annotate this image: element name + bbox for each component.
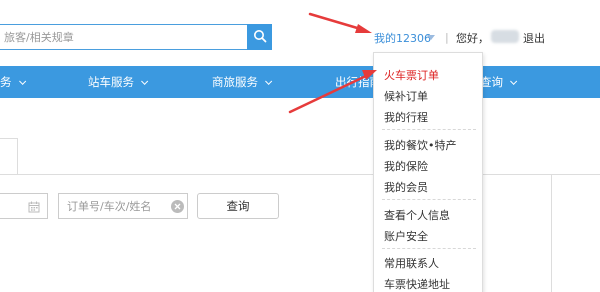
search-input[interactable] xyxy=(0,25,247,49)
menu-divider xyxy=(382,129,476,130)
chevron-down-icon xyxy=(510,77,518,85)
date-field[interactable] xyxy=(0,193,48,219)
menu-divider xyxy=(382,199,476,200)
order-search-input[interactable] xyxy=(59,194,169,218)
chevron-down-icon xyxy=(18,77,26,85)
nav-item-label: 站车服务 xyxy=(88,75,134,89)
menu-item-my-trips[interactable]: 我的行程 xyxy=(384,109,428,125)
chevron-down-icon xyxy=(265,77,273,85)
menu-divider xyxy=(382,248,476,249)
nav-item-business-travel[interactable]: 商旅服务 xyxy=(212,66,273,98)
menu-item-account-security[interactable]: 账户安全 xyxy=(384,228,428,244)
search-box[interactable] xyxy=(0,24,247,50)
menu-item-delivery-address[interactable]: 车票快递地址 xyxy=(384,276,450,292)
search-button[interactable] xyxy=(247,24,272,50)
menu-item-insurance[interactable]: 我的保险 xyxy=(384,158,428,174)
nav-item-query[interactable]: 查询 xyxy=(480,66,518,98)
calendar-icon[interactable] xyxy=(28,201,40,216)
order-search-field[interactable] xyxy=(58,193,188,219)
chevron-down-icon xyxy=(141,77,149,85)
search-icon xyxy=(253,29,267,46)
nav-item-label: 务 xyxy=(0,75,12,89)
menu-item-train-orders[interactable]: 火车票订单 xyxy=(384,67,439,83)
panel-border xyxy=(551,174,552,292)
clear-icon[interactable] xyxy=(171,200,184,213)
username-blurred xyxy=(491,30,519,43)
caret-down-icon[interactable] xyxy=(427,35,435,40)
logout-link[interactable]: 退出 xyxy=(523,30,545,46)
query-button[interactable]: 查询 xyxy=(197,193,279,219)
menu-item-waitlist-orders[interactable]: 候补订单 xyxy=(384,88,428,104)
my12306-dropdown: 火车票订单 候补订单 我的行程 我的餐饮•特产 我的保险 我的会员 查看个人信息… xyxy=(373,52,483,292)
nav-item-label: 商旅服务 xyxy=(212,75,258,89)
menu-item-catering[interactable]: 我的餐饮•特产 xyxy=(384,137,457,153)
menu-item-contacts[interactable]: 常用联系人 xyxy=(384,255,439,271)
nav-item-station-services[interactable]: 站车服务 xyxy=(88,66,149,98)
arrow-to-my12306 xyxy=(308,12,372,33)
main-nav: 务 站车服务 商旅服务 出行指南 查询 xyxy=(0,66,600,98)
nav-item-label: 查询 xyxy=(480,75,503,89)
menu-item-membership[interactable]: 我的会员 xyxy=(384,179,428,195)
my12306-link[interactable]: 我的12306 xyxy=(374,30,431,46)
content-divider xyxy=(0,174,600,175)
tab-active[interactable] xyxy=(0,138,18,174)
header-separator: | xyxy=(445,31,449,44)
menu-item-personal-info[interactable]: 查看个人信息 xyxy=(384,207,450,223)
greeting-text: 您好， xyxy=(456,32,489,45)
nav-item-services[interactable]: 务 xyxy=(0,66,26,98)
